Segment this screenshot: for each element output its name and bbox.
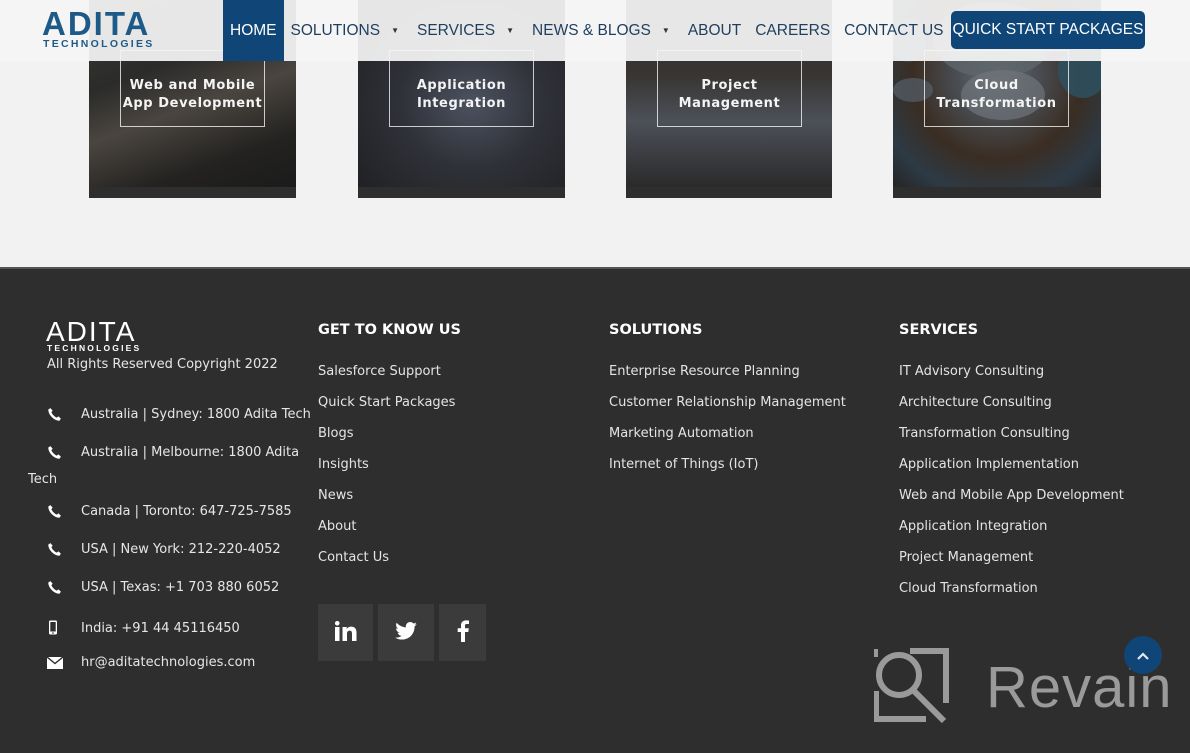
contact-text: USA | Texas: +1 703 880 6052 xyxy=(81,580,280,595)
linkedin-button[interactable] xyxy=(318,604,373,661)
card-bottom-strip xyxy=(893,187,1101,198)
footer-link[interactable]: About xyxy=(318,519,455,550)
card-title: Application Integration xyxy=(416,77,507,111)
footer-link[interactable]: IT Advisory Consulting xyxy=(899,364,1124,395)
footer-link[interactable]: News xyxy=(318,488,455,519)
footer-link[interactable]: Salesforce Support xyxy=(318,364,455,395)
contact-item-wrap: Tech xyxy=(28,472,57,487)
quick-start-packages-button[interactable]: QUICK START PACKAGES xyxy=(951,11,1145,49)
phone-icon xyxy=(47,445,81,460)
footer-heading-services: SERVICES xyxy=(899,322,979,338)
footer-link[interactable]: Application Integration xyxy=(899,519,1124,550)
facebook-icon xyxy=(457,619,469,646)
copyright-text: All Rights Reserved Copyright 2022 xyxy=(47,357,278,372)
mobile-icon xyxy=(47,620,81,636)
footer-link[interactable]: Web and Mobile App Development xyxy=(899,488,1124,519)
linkedin-icon xyxy=(334,620,357,645)
card-title: Web and Mobile App Development xyxy=(122,77,263,111)
email-link[interactable]: hr@aditatechnologies.com xyxy=(81,655,255,670)
site-footer: ADITA TECHNOLOGIES All Rights Reserved C… xyxy=(0,267,1190,753)
card-bottom-strip xyxy=(626,187,832,198)
card-label-box: Web and Mobile App Development xyxy=(120,50,265,127)
chevron-up-icon xyxy=(1136,646,1150,665)
footer-link[interactable]: Marketing Automation xyxy=(609,426,846,457)
footer-link[interactable]: Transformation Consulting xyxy=(899,426,1124,457)
revain-watermark: Revain xyxy=(873,647,1172,727)
contact-text: Australia | Melbourne: 1800 Adita xyxy=(81,445,300,460)
logo-wordmark: ADITA xyxy=(46,316,137,347)
nav-solutions[interactable]: SOLUTIONS ▼ xyxy=(284,0,411,61)
contact-item: USA | Texas: +1 703 880 6052 xyxy=(47,580,279,595)
footer-link[interactable]: Cloud Transformation xyxy=(899,581,1124,612)
contact-text: USA | New York: 212-220-4052 xyxy=(81,542,281,557)
phone-icon xyxy=(47,407,81,422)
footer-links-services: IT Advisory Consulting Architecture Cons… xyxy=(899,364,1124,612)
card-bottom-strip xyxy=(89,187,296,198)
contact-item: USA | New York: 212-220-4052 xyxy=(47,542,281,557)
twitter-button[interactable] xyxy=(378,604,434,661)
footer-links-get-to-know-us: Salesforce Support Quick Start Packages … xyxy=(318,364,455,581)
chevron-down-icon: ▼ xyxy=(661,26,670,35)
footer-link[interactable]: Internet of Things (IoT) xyxy=(609,457,846,488)
social-links xyxy=(318,604,486,661)
facebook-button[interactable] xyxy=(439,604,486,661)
footer-link[interactable]: Architecture Consulting xyxy=(899,395,1124,426)
nav-news-blogs[interactable]: NEWS & BLOGS ▼ xyxy=(525,0,681,61)
card-label-box: Project Management xyxy=(657,50,802,127)
card-bottom-strip xyxy=(358,187,565,198)
logo-wordmark: ADITA xyxy=(42,5,151,42)
site-header: ADITA TECHNOLOGIES HOME SOLUTIONS ▼ SERVI… xyxy=(0,0,1190,61)
phone-icon xyxy=(47,542,81,557)
footer-logo[interactable]: ADITA TECHNOLOGIES xyxy=(46,316,161,354)
card-title: Project Management xyxy=(678,77,781,111)
logo-subtitle: TECHNOLOGIES xyxy=(43,38,155,50)
contact-item: Canada | Toronto: 647-725-7585 xyxy=(47,504,292,519)
card-label-box: Cloud Transformation xyxy=(924,50,1069,127)
card-label-box: Application Integration xyxy=(389,50,534,127)
nav-careers[interactable]: CAREERS xyxy=(748,0,837,61)
footer-link[interactable]: Application Implementation xyxy=(899,457,1124,488)
footer-link[interactable]: Project Management xyxy=(899,550,1124,581)
chevron-down-icon: ▼ xyxy=(391,26,399,35)
footer-links-solutions: Enterprise Resource Planning Customer Re… xyxy=(609,364,846,488)
nav-about[interactable]: ABOUT xyxy=(681,0,748,61)
nav-contact-us[interactable]: CONTACT US xyxy=(837,0,950,61)
footer-link[interactable]: Enterprise Resource Planning xyxy=(609,364,846,395)
footer-link[interactable]: Blogs xyxy=(318,426,455,457)
nav-home[interactable]: HOME xyxy=(223,0,284,61)
contact-item: Australia | Sydney: 1800 Adita Tech xyxy=(47,407,311,422)
chevron-down-icon: ▼ xyxy=(506,26,515,35)
footer-link[interactable]: Insights xyxy=(318,457,455,488)
phone-icon xyxy=(47,504,81,519)
card-title: Cloud Transformation xyxy=(936,77,1057,111)
footer-link[interactable]: Customer Relationship Management xyxy=(609,395,846,426)
scroll-to-top-button[interactable] xyxy=(1124,636,1162,674)
envelope-icon xyxy=(47,656,81,669)
contact-item: Australia | Melbourne: 1800 Adita xyxy=(47,445,299,460)
site-logo[interactable]: ADITA TECHNOLOGIES xyxy=(42,5,174,51)
revain-logo-icon xyxy=(873,647,950,727)
footer-link[interactable]: Quick Start Packages xyxy=(318,395,455,426)
footer-link[interactable]: Contact Us xyxy=(318,550,455,581)
footer-heading-get-to-know-us: GET TO KNOW US xyxy=(318,322,461,338)
contact-item: India: +91 44 45116450 xyxy=(47,620,240,636)
phone-icon xyxy=(47,580,81,595)
contact-text-continued: Tech xyxy=(28,472,58,487)
footer-heading-solutions: SOLUTIONS xyxy=(609,322,703,338)
contact-item: hr@aditatechnologies.com xyxy=(47,655,255,670)
main-nav: HOME SOLUTIONS ▼ SERVICES ▼ NEWS & BLOGS ▼ … xyxy=(223,0,951,61)
contact-text: Canada | Toronto: 647-725-7585 xyxy=(81,504,292,519)
nav-services[interactable]: SERVICES ▼ xyxy=(410,0,525,61)
logo-subtitle: TECHNOLOGIES xyxy=(47,343,142,353)
twitter-icon xyxy=(395,621,417,644)
contact-text: Australia | Sydney: 1800 Adita Tech xyxy=(81,407,311,422)
contact-text: India: +91 44 45116450 xyxy=(81,620,240,636)
